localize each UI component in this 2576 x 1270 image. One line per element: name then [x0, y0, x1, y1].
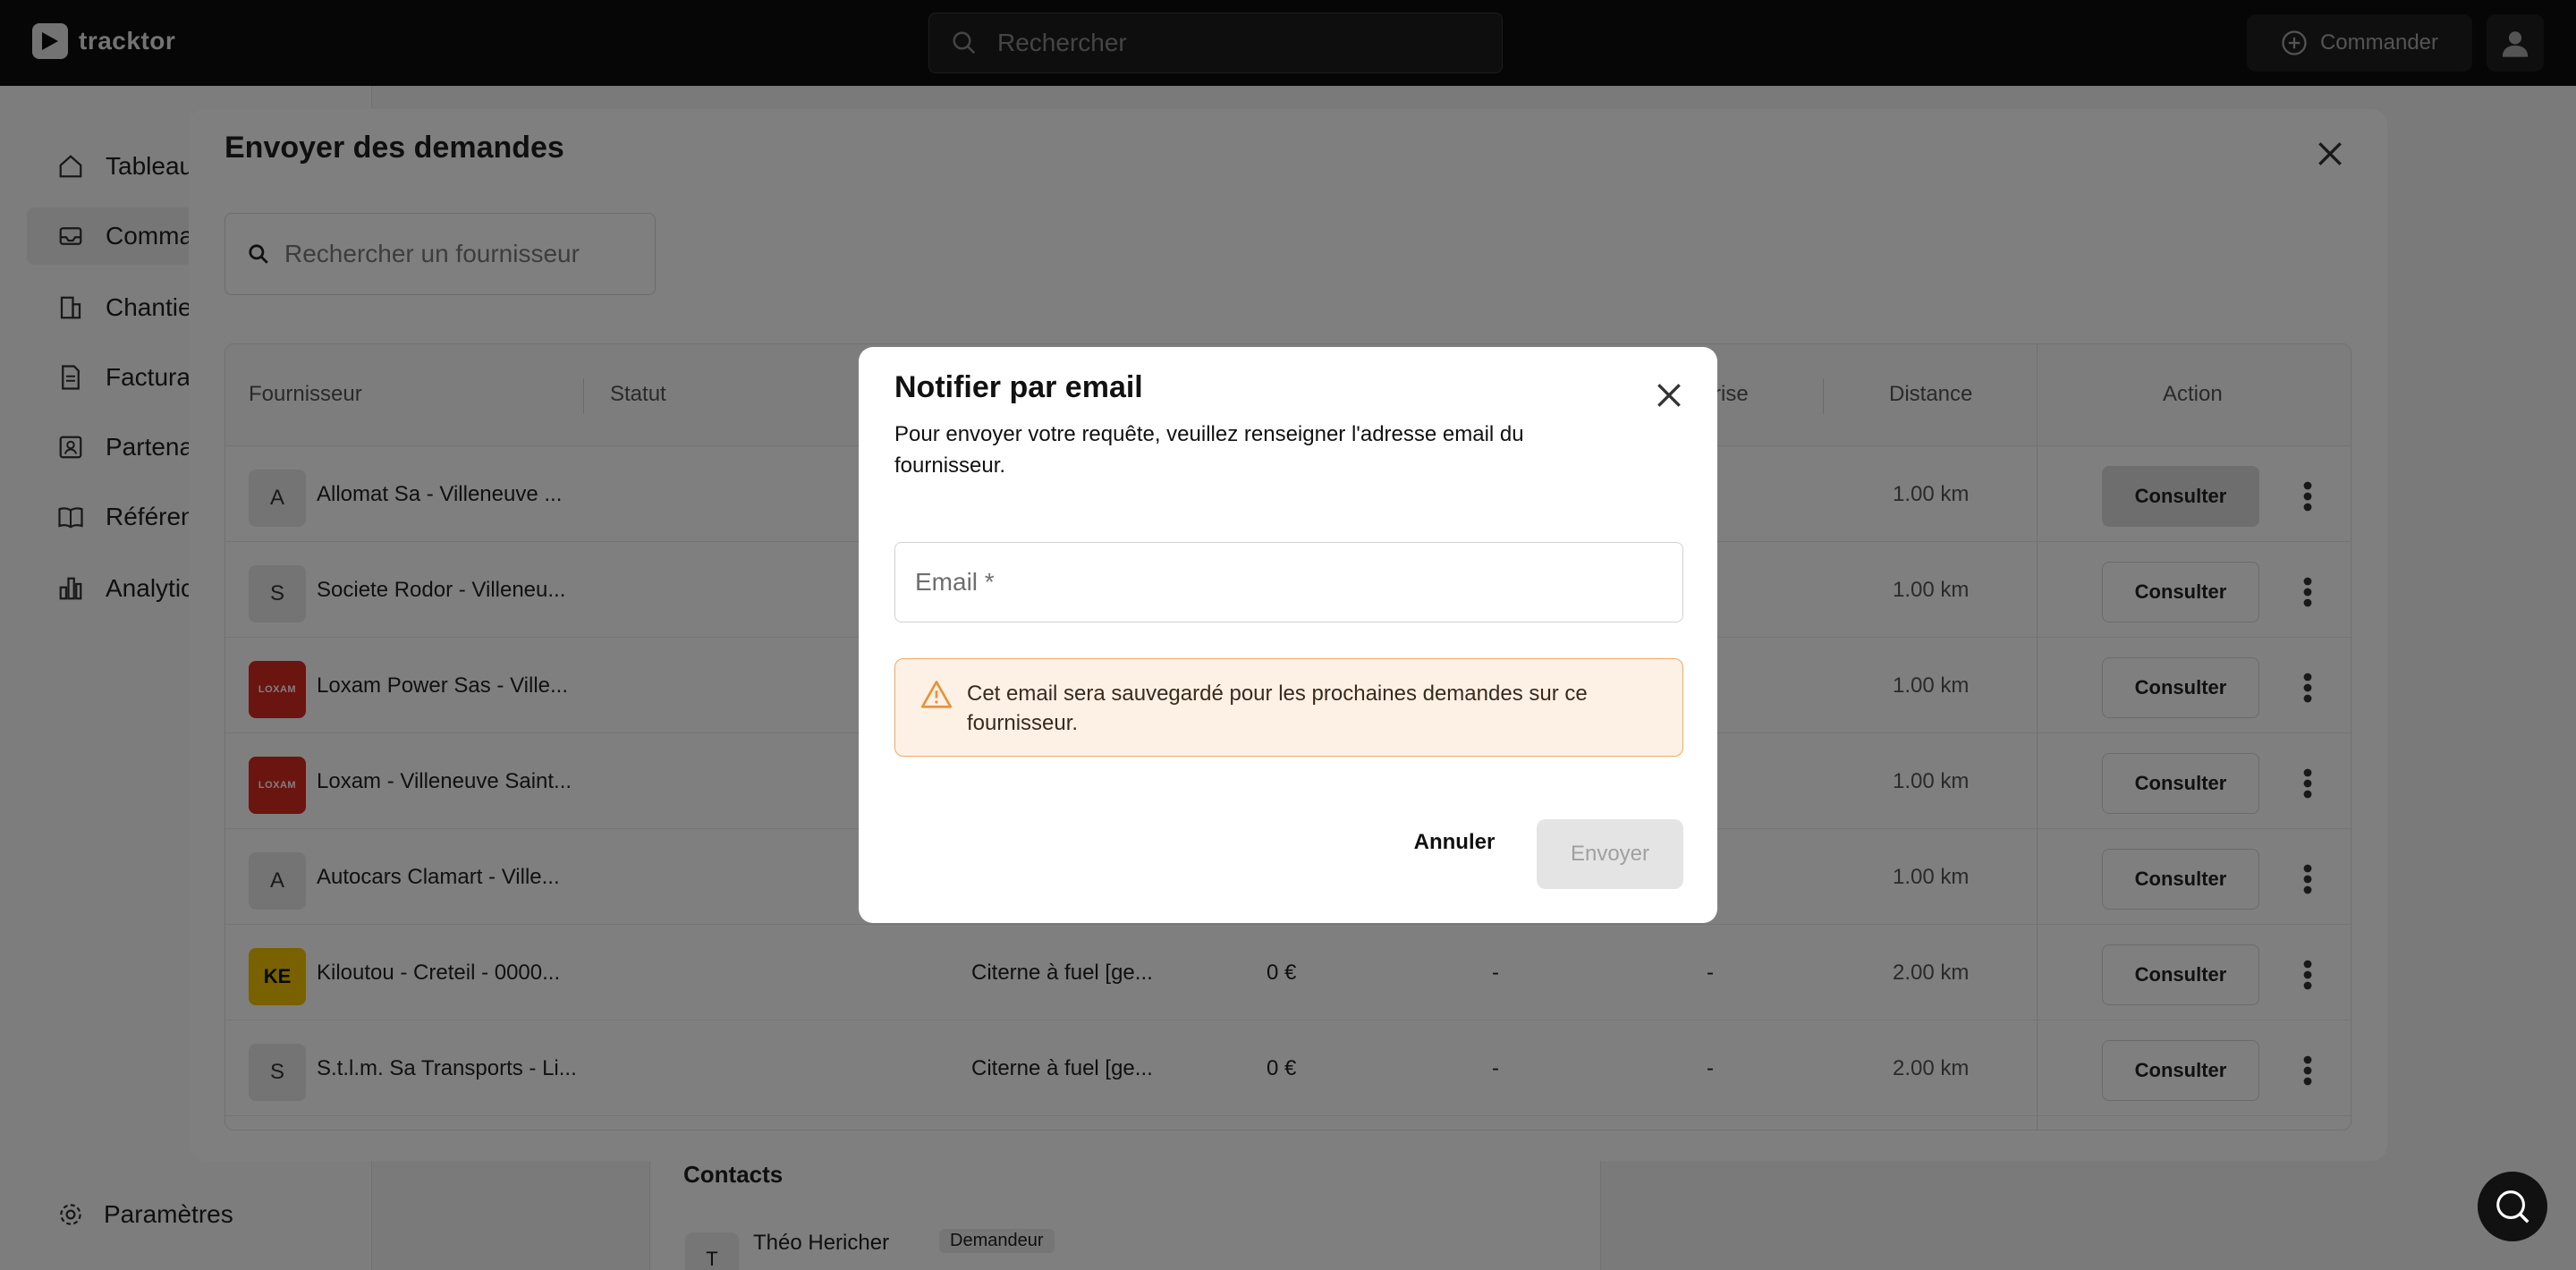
send-button[interactable]: Envoyer — [1537, 819, 1683, 889]
close-icon[interactable] — [1651, 377, 1687, 413]
notify-email-dialog: Notifier par email Pour envoyer votre re… — [859, 347, 1717, 923]
warning-text: Cet email sera sauvegardé pour les proch… — [967, 682, 1588, 735]
email-field-placeholder: Email * — [915, 568, 995, 596]
cancel-button[interactable]: Annuler — [1406, 819, 1503, 866]
warning-icon — [920, 681, 953, 708]
dialog-description: Pour envoyer votre requête, veuillez ren… — [894, 422, 1524, 478]
search-chat-icon — [2496, 1190, 2529, 1223]
dialog-title: Notifier par email — [894, 370, 1143, 404]
email-field[interactable]: Email * — [894, 542, 1683, 622]
help-chat-button[interactable] — [2478, 1172, 2547, 1241]
warning-alert: Cet email sera sauvegardé pour les proch… — [894, 658, 1683, 757]
